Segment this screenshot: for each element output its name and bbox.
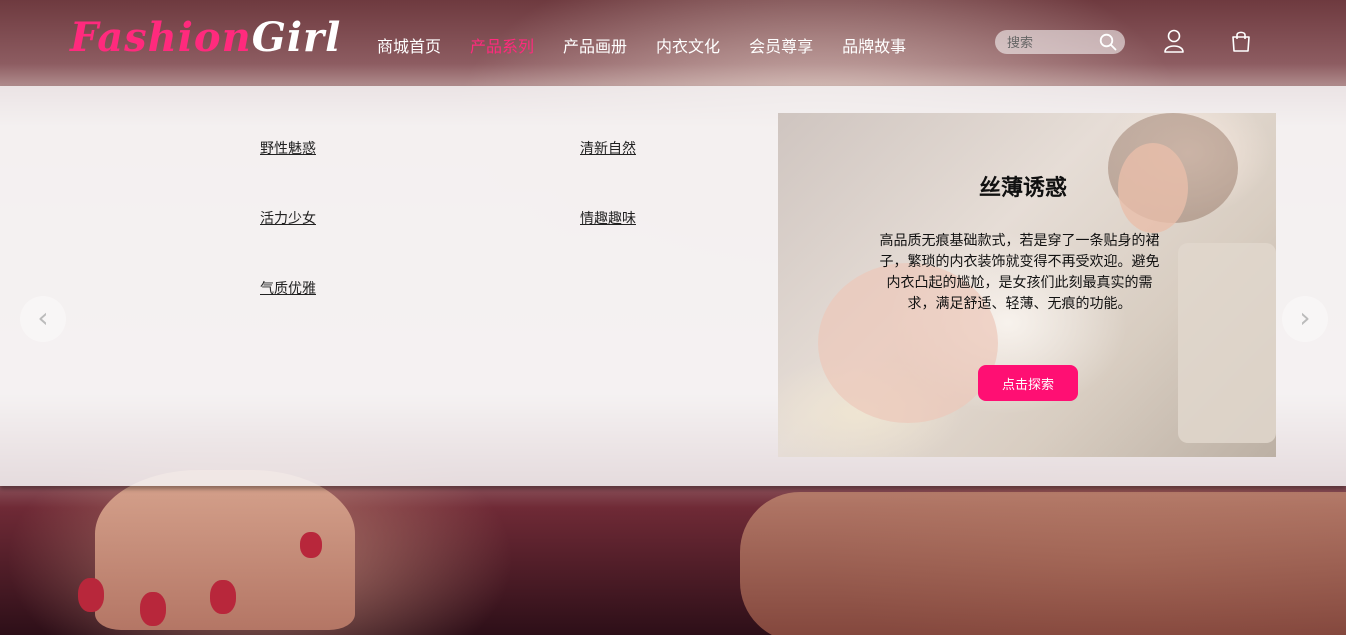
nav-item-membership[interactable]: 会员尊享: [749, 33, 813, 57]
user-icon[interactable]: [1163, 29, 1185, 53]
nav-item-culture[interactable]: 内衣文化: [656, 33, 720, 57]
hero-leg-graphic: [740, 492, 1346, 635]
nav-item-catalog[interactable]: 产品画册: [563, 33, 627, 57]
brand-logo[interactable]: FashionGirl: [70, 14, 341, 61]
nav-item-home[interactable]: 商城首页: [377, 33, 441, 57]
slider-next-button[interactable]: ›: [1282, 296, 1328, 342]
nav-item-products[interactable]: 产品系列: [470, 33, 534, 57]
nail-graphic: [300, 532, 322, 558]
featured-collection-card: 丝薄诱惑 高品质无痕基础款式，若是穿了一条贴身的裙子，繁琐的内衣装饰就变得不再受…: [778, 113, 1276, 457]
category-playful[interactable]: 情趣趣味: [580, 208, 636, 228]
search-input[interactable]: [1005, 33, 1097, 53]
nail-graphic: [210, 580, 236, 614]
main-nav: 商城首页 产品系列 产品画册 内衣文化 会员尊享 品牌故事: [377, 33, 935, 57]
category-wild-charm[interactable]: 野性魅惑: [260, 138, 316, 158]
search-icon[interactable]: [1099, 33, 1117, 51]
chevron-left-icon: ‹: [37, 301, 49, 334]
category-fresh-natural[interactable]: 清新自然: [580, 138, 636, 158]
category-vibrant-girl[interactable]: 活力少女: [260, 208, 316, 228]
feature-title: 丝薄诱惑: [978, 176, 1067, 201]
slider-prev-button[interactable]: ‹: [20, 296, 66, 342]
search-box: [995, 30, 1125, 54]
site-header: FashionGirl 商城首页 产品系列 产品画册 内衣文化 会员尊享 品牌故…: [0, 0, 1346, 86]
category-elegant[interactable]: 气质优雅: [260, 278, 316, 298]
sculpture-graphic: [1178, 243, 1276, 443]
explore-button[interactable]: 点击探索: [978, 365, 1078, 401]
nav-item-brand-story[interactable]: 品牌故事: [842, 33, 906, 57]
nail-graphic: [78, 578, 104, 612]
feature-description: 高品质无痕基础款式，若是穿了一条贴身的裙子，繁琐的内衣装饰就变得不再受欢迎。避免…: [879, 233, 1160, 312]
nail-graphic: [140, 592, 166, 626]
chevron-right-icon: ›: [1299, 301, 1311, 334]
shopping-bag-icon[interactable]: [1231, 30, 1251, 52]
